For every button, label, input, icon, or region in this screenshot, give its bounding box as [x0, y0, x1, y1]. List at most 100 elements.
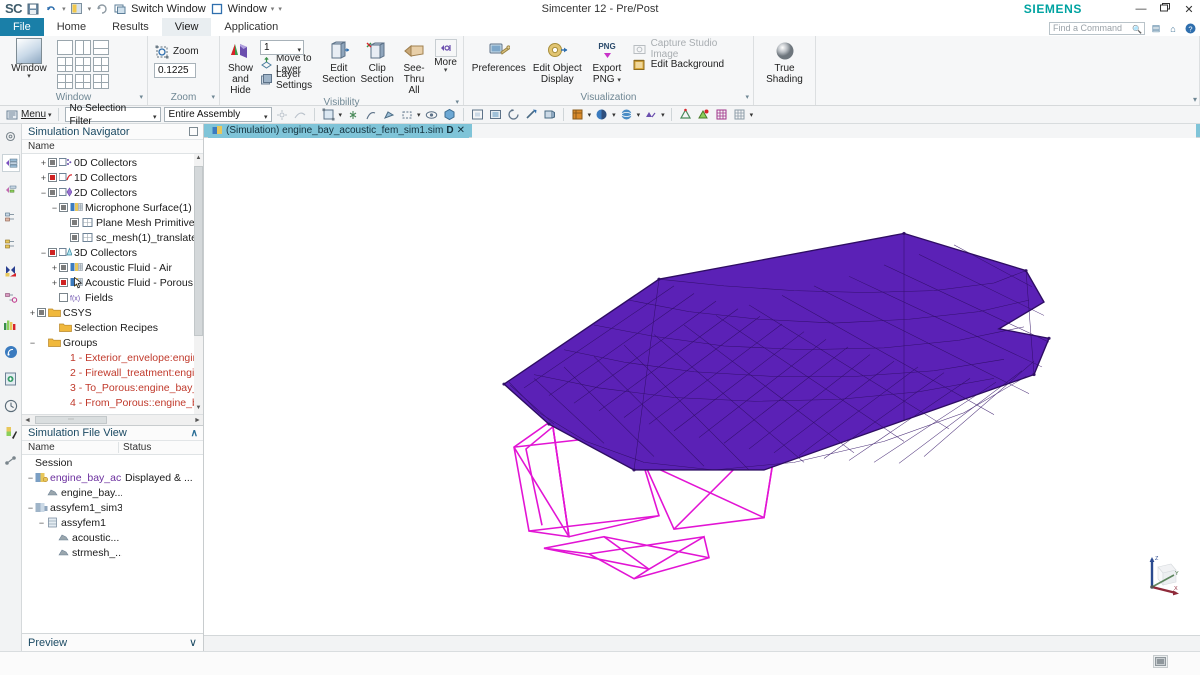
- close-button[interactable]: ✕: [1182, 3, 1196, 16]
- navigator-scroll-thumb[interactable]: [194, 166, 203, 336]
- navigator-tree-row[interactable]: f(x) Fields: [22, 290, 203, 305]
- tree-checkbox[interactable]: [59, 293, 68, 302]
- redo-icon[interactable]: [95, 2, 109, 16]
- navigator-tree-row[interactable]: 1 - Exterior_envelope:engine_ba: [22, 350, 203, 365]
- menu-arrow[interactable]: ▾: [48, 111, 52, 119]
- tree-expander[interactable]: −: [39, 248, 48, 258]
- graphics-viewport[interactable]: Z X Y: [204, 138, 1200, 635]
- studio-view-arrow[interactable]: ▾: [637, 111, 641, 119]
- tree-checkbox[interactable]: [48, 188, 57, 197]
- export-png-button[interactable]: PNG Export PNG ▾: [587, 38, 627, 85]
- layout-three-top[interactable]: [93, 57, 109, 72]
- mesh-display-arrow[interactable]: ▾: [661, 111, 665, 119]
- edit-object-display-button[interactable]: Edit Object Display: [533, 38, 583, 85]
- simulation-file-view-tree[interactable]: Session − engine_bay_ac... Displayed & ... e…: [22, 455, 203, 633]
- layer-combo[interactable]: 1 ▾: [259, 40, 304, 55]
- more-visibility-arrow[interactable]: ▾: [444, 67, 448, 74]
- home-icon[interactable]: ⌂: [1167, 23, 1179, 35]
- navigator-tree-row[interactable]: − Microphone Surface(1): [22, 200, 203, 215]
- layout-nine-grid[interactable]: [93, 74, 109, 89]
- tab-file[interactable]: File: [0, 18, 44, 36]
- paint-icon[interactable]: [2, 424, 20, 442]
- shaded-view-arrow[interactable]: ▾: [612, 111, 616, 119]
- navigator-tree-row[interactable]: − 2D Collectors: [22, 185, 203, 200]
- tree-checkbox[interactable]: [59, 263, 68, 272]
- element-display-icon[interactable]: [678, 107, 693, 122]
- navigator-scroll-up[interactable]: ▲: [194, 154, 203, 164]
- navigator-tree-row[interactable]: − Groups: [22, 335, 203, 350]
- selection-filter-arrow[interactable]: ▾: [153, 111, 157, 124]
- tree-expander[interactable]: −: [50, 203, 59, 213]
- search-icon[interactable]: 🔍: [1132, 24, 1142, 35]
- qat-overflow-arrow[interactable]: ▾: [278, 5, 282, 13]
- fit-icon[interactable]: [470, 107, 485, 122]
- file-tree-expander[interactable]: −: [26, 473, 35, 483]
- window-button-arrow[interactable]: ▾: [27, 73, 31, 80]
- file-view-collapse-icon[interactable]: ∧: [191, 428, 198, 439]
- navigator-tree-row[interactable]: 4 - From_Porous::engine_bay_ac: [22, 395, 203, 410]
- mesh-display-icon[interactable]: [643, 107, 658, 122]
- file-view-row[interactable]: strmesh_...: [22, 545, 203, 560]
- window-dropdown-arrow[interactable]: ▾: [271, 5, 275, 13]
- model-navigator-icon[interactable]: [2, 181, 20, 199]
- postview-icon[interactable]: [696, 107, 711, 122]
- tab-results[interactable]: Results: [99, 18, 162, 36]
- navigator-tree-row[interactable]: Plane Mesh Primitive (1): [22, 215, 203, 230]
- undo-dropdown-arrow[interactable]: ▾: [62, 5, 66, 13]
- selection-scope-arrow[interactable]: ▾: [264, 111, 268, 124]
- rotate-icon[interactable]: [506, 107, 521, 122]
- navigator-tree-row[interactable]: +1D Collectors: [22, 170, 203, 185]
- tree-expander[interactable]: +: [50, 263, 59, 273]
- window-icon[interactable]: [210, 2, 224, 16]
- viewport-thumb-icon[interactable]: [1153, 655, 1168, 668]
- visibility-group-dropdown[interactable]: ▾: [455, 96, 459, 110]
- see-thru-all-button[interactable]: See-Thru All: [399, 38, 429, 96]
- visualization-group-dropdown[interactable]: ▾: [745, 91, 749, 105]
- layout-three-left[interactable]: [57, 57, 73, 72]
- navigator-tree-row[interactable]: 3 - To_Porous:engine_bay_acous: [22, 380, 203, 395]
- navigator-hscroll-thumb[interactable]: ⋯: [35, 416, 107, 424]
- tree-checkbox[interactable]: [59, 278, 68, 287]
- tree-checkbox[interactable]: [48, 158, 57, 167]
- navigator-tree-row[interactable]: +0D Collectors: [22, 155, 203, 170]
- tree-checkbox[interactable]: [37, 308, 46, 317]
- tab-application[interactable]: Application: [211, 18, 291, 36]
- file-view-row[interactable]: − engine_bay_ac... Displayed & ...: [22, 470, 203, 485]
- mesh-navigator-icon[interactable]: [2, 235, 20, 253]
- switch-window-icon[interactable]: [113, 2, 127, 16]
- tree-expander[interactable]: +: [50, 278, 59, 288]
- file-tree-expander[interactable]: −: [26, 503, 35, 513]
- note-dropdown-arrow[interactable]: ▾: [88, 5, 92, 13]
- preview-expand-icon[interactable]: ∨: [189, 636, 197, 649]
- studio-view-icon[interactable]: [619, 107, 634, 122]
- layout-two-vertical[interactable]: [75, 40, 91, 55]
- file-preview-icon[interactable]: [2, 370, 20, 388]
- navigator-scroll-down[interactable]: ▼: [194, 404, 203, 414]
- layout-single[interactable]: [57, 40, 73, 55]
- perspective-icon[interactable]: [542, 107, 557, 122]
- navigator-tree-row[interactable]: + CSYS: [22, 305, 203, 320]
- results-navigator-icon[interactable]: [2, 262, 20, 280]
- link-icon[interactable]: [2, 451, 20, 469]
- file-view-row[interactable]: − assyfem1_sim3: [22, 500, 203, 515]
- tab-view[interactable]: View: [161, 18, 212, 36]
- navigator-hscroll-left[interactable]: ◄: [22, 417, 33, 424]
- front-view-arrow[interactable]: ▾: [588, 111, 592, 119]
- tab-home[interactable]: Home: [44, 18, 99, 36]
- true-shading-button[interactable]: True Shading: [761, 38, 809, 85]
- navigator-tree-row[interactable]: − 3D Collectors: [22, 245, 203, 260]
- navigator-tree-row[interactable]: sc_mesh(1)_translated(1: [22, 230, 203, 245]
- navigator-vertical-scrollbar[interactable]: ▲ ▼: [194, 154, 203, 414]
- tree-expander[interactable]: +: [39, 173, 48, 183]
- tree-checkbox[interactable]: [48, 248, 57, 257]
- navigator-tree-row[interactable]: + Acoustic Fluid - Air: [22, 260, 203, 275]
- file-view-row[interactable]: acoustic...: [22, 530, 203, 545]
- export-png-arrow[interactable]: ▾: [617, 77, 621, 84]
- layout-four-grid[interactable]: [75, 57, 91, 72]
- tree-checkbox[interactable]: [70, 218, 79, 227]
- help-icon[interactable]: ?: [1184, 23, 1196, 35]
- zoom-window-icon[interactable]: [488, 107, 503, 122]
- file-view-row[interactable]: − assyfem1: [22, 515, 203, 530]
- tree-expander[interactable]: +: [28, 308, 37, 318]
- zoom-button[interactable]: Zoom: [154, 44, 199, 59]
